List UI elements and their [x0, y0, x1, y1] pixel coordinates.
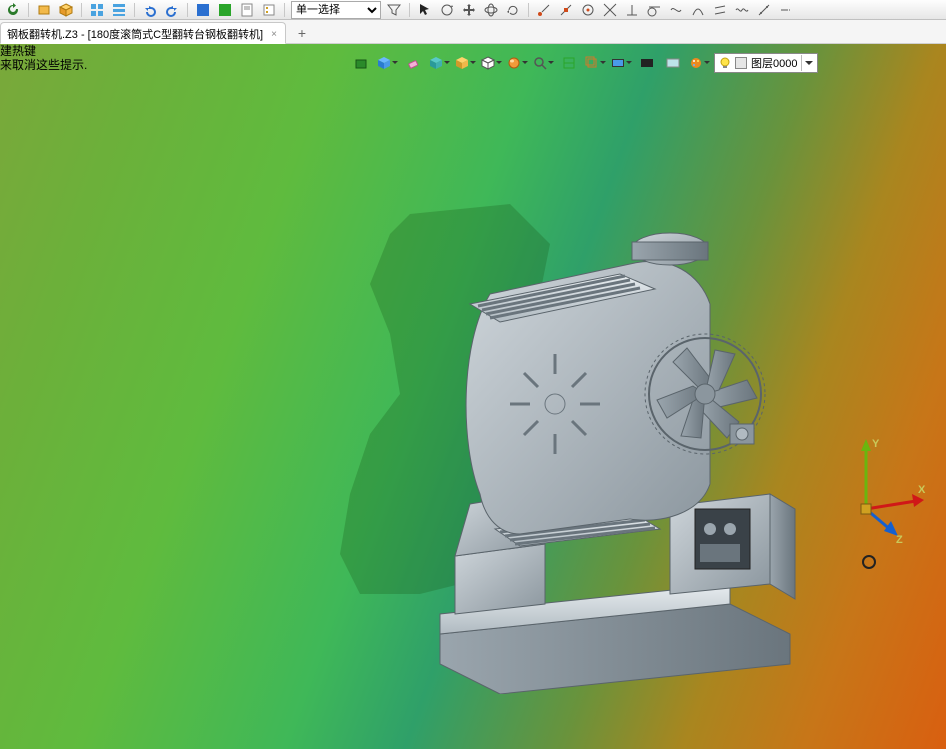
layer-color-swatch — [735, 57, 747, 69]
view-toolbar: 图层0000 — [350, 52, 818, 74]
document-page-icon[interactable] — [238, 2, 256, 18]
snap-quad-icon[interactable] — [689, 2, 707, 18]
light-swatch-icon[interactable] — [662, 53, 684, 73]
document-tab-bar: 钢板翻转机.Z3 - [180度滚筒式C型翻转台钢板翻转机] × + — [0, 20, 946, 44]
snap-intersection-icon[interactable] — [601, 2, 619, 18]
orbit-icon[interactable] — [482, 2, 500, 18]
snap-parallel-icon[interactable] — [711, 2, 729, 18]
filter-icon[interactable] — [385, 2, 403, 18]
snap-midpoint-icon[interactable] — [557, 2, 575, 18]
snap-node-icon[interactable] — [755, 2, 773, 18]
document-tab-active[interactable]: 钢板翻转机.Z3 - [180度滚筒式C型翻转台钢板翻转机] × — [0, 22, 286, 44]
isometric-cube-icon[interactable] — [376, 53, 398, 73]
pointer-icon[interactable] — [416, 2, 434, 18]
axis-z-label: Z — [896, 534, 903, 546]
document-tab-label: 钢板翻转机.Z3 - [180度滚筒式C型翻转台钢板翻转机] — [7, 26, 263, 42]
snap-center-icon[interactable] — [579, 2, 597, 18]
axis-y-label: Y — [872, 438, 880, 450]
main-toolbar: 单一选择 — [0, 0, 946, 20]
sphere-icon[interactable] — [506, 53, 528, 73]
offset-section-icon[interactable] — [584, 53, 606, 73]
gold-cube-icon[interactable] — [454, 53, 476, 73]
grid-stack-icon[interactable] — [110, 2, 128, 18]
snap-perp-icon[interactable] — [623, 2, 641, 18]
snap-near-icon[interactable] — [667, 2, 685, 18]
pan-icon[interactable] — [460, 2, 478, 18]
eraser-icon[interactable] — [402, 53, 424, 73]
snap-wave-icon[interactable] — [733, 2, 751, 18]
model-body-svg — [400, 194, 800, 694]
viewport-3d[interactable]: 建热键 来取消这些提示. 图层0000 — [0, 44, 946, 749]
dark-swatch-icon[interactable] — [636, 53, 658, 73]
view-iso-icon[interactable] — [57, 2, 75, 18]
grid-small-icon[interactable] — [88, 2, 106, 18]
layer-name-label: 图层0000 — [751, 55, 797, 71]
redo-icon[interactable] — [163, 2, 181, 18]
zoom-fit-icon[interactable] — [532, 53, 554, 73]
shaded-cube-icon[interactable] — [428, 53, 450, 73]
view-front-icon[interactable] — [35, 2, 53, 18]
color-blue-icon[interactable] — [194, 2, 212, 18]
snap-endpoint-icon[interactable] — [535, 2, 553, 18]
color-green-icon[interactable] — [216, 2, 234, 18]
axis-x-label: X — [918, 484, 926, 496]
coordinate-triad: Y X Z — [836, 429, 926, 539]
new-tab-button[interactable]: + — [290, 23, 314, 43]
spin-icon[interactable] — [504, 2, 522, 18]
display-mode-icon[interactable] — [610, 53, 632, 73]
section-view-icon[interactable] — [558, 53, 580, 73]
plane-xy-icon[interactable] — [350, 53, 372, 73]
snap-tangent-icon[interactable] — [645, 2, 663, 18]
undo-icon[interactable] — [141, 2, 159, 18]
wireframe-cube-icon[interactable] — [480, 53, 502, 73]
rotate-view-icon[interactable] — [438, 2, 456, 18]
snap-extension-icon[interactable] — [777, 2, 795, 18]
model-3d — [340, 174, 810, 694]
bulb-icon — [719, 57, 731, 69]
close-icon[interactable]: × — [269, 29, 279, 40]
page-list-icon[interactable] — [260, 2, 278, 18]
select-mode-dropdown[interactable]: 单一选择 — [291, 1, 381, 19]
chevron-down-icon[interactable] — [801, 55, 815, 71]
hotkey-tip-overlay: 建热键 来取消这些提示. — [0, 44, 87, 72]
appearance-icon[interactable] — [688, 53, 710, 73]
layer-selector[interactable]: 图层0000 — [714, 53, 818, 73]
view-center-indicator — [862, 555, 876, 569]
refresh-icon[interactable] — [4, 2, 22, 18]
